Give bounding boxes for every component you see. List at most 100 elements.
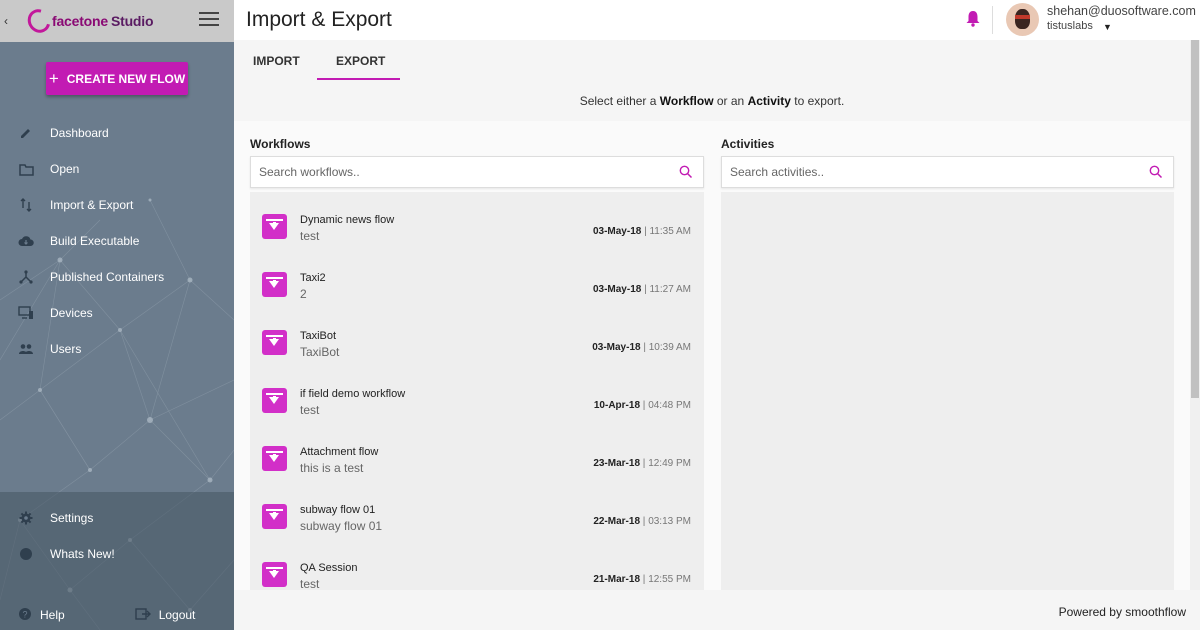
hamburger-menu-icon[interactable] (199, 12, 219, 28)
sidebar-header: ‹ facetone Studio (0, 0, 234, 42)
gear-icon (18, 510, 34, 526)
workflow-name: subway flow 01 (300, 504, 376, 516)
workflow-timestamp: 21-Mar-18 | 12:55 PM (593, 574, 691, 585)
sidebar-item-import-export[interactable]: Import & Export (0, 187, 234, 223)
activities-search (721, 156, 1174, 188)
download-icon[interactable] (262, 504, 287, 529)
import-export-icon (18, 197, 34, 213)
star-badge-icon (18, 546, 34, 562)
chevron-down-icon[interactable]: ▼ (1103, 22, 1112, 32)
hub-icon (18, 269, 34, 285)
download-icon[interactable] (262, 330, 287, 355)
page-footer: Powered by smoothflow (234, 590, 1200, 630)
activities-list (721, 192, 1174, 590)
sidebar-item-settings[interactable]: Settings (0, 500, 234, 536)
tab-import[interactable]: IMPORT (253, 54, 300, 68)
page-scrollbar[interactable] (1190, 40, 1200, 590)
search-icon[interactable] (1149, 165, 1163, 179)
folder-icon (18, 161, 34, 177)
back-arrow-icon[interactable]: ‹ (4, 14, 22, 28)
page-title: Import & Export (246, 8, 392, 31)
download-icon[interactable] (262, 446, 287, 471)
sidebar-item-label: Settings (50, 511, 94, 525)
sidebar: ‹ facetone Studio + CREATE NEW FLOW Dashb… (0, 0, 234, 630)
help-label: Help (40, 608, 65, 622)
svg-text:?: ? (22, 609, 27, 619)
top-header: Import & Export shehan@duosoftware.com t… (234, 0, 1200, 40)
user-org[interactable]: tistuslabs (1047, 20, 1093, 32)
workflow-name: TaxiBot (300, 330, 337, 342)
workflow-timestamp: 03-May-18 | 10:39 AM (592, 342, 691, 353)
list-item[interactable]: subway flow 01 subway flow 01 22-Mar-18 … (250, 489, 704, 547)
sidebar-item-dashboard[interactable]: Dashboard (0, 115, 234, 151)
main-content: IMPORT EXPORT Select either a Workflow o… (234, 40, 1190, 590)
list-item[interactable]: Attachment flow this is a test 23-Mar-18… (250, 431, 704, 489)
list-item[interactable]: Taxi2 2 03-May-18 | 11:27 AM (250, 257, 704, 315)
export-instruction: Select either a Workflow or an Activity … (579, 94, 845, 108)
sidebar-item-label: Open (50, 162, 80, 176)
workflow-description: TaxiBot (300, 345, 340, 359)
workflow-description: test (300, 577, 320, 590)
workflow-timestamp: 23-Mar-18 | 12:49 PM (593, 458, 691, 469)
list-item[interactable]: if field demo workflow test 10-Apr-18 | … (250, 373, 704, 431)
sidebar-item-open[interactable]: Open (0, 151, 234, 187)
header-divider (992, 6, 993, 34)
create-new-flow-button[interactable]: + CREATE NEW FLOW (46, 62, 188, 95)
sidebar-item-label: Users (50, 342, 82, 356)
pencil-icon (18, 125, 34, 141)
export-panels: Workflows Activities Dynamic news flow t… (234, 121, 1190, 590)
search-icon[interactable] (679, 165, 693, 179)
logout-label: Logout (158, 608, 196, 622)
activities-title: Activities (721, 137, 775, 151)
workflows-title: Workflows (250, 137, 311, 151)
avatar[interactable] (1006, 3, 1039, 36)
sidebar-item-build-executable[interactable]: Build Executable (0, 223, 234, 259)
logout-icon (134, 607, 151, 623)
sidebar-item-users[interactable]: Users (0, 331, 234, 367)
workflow-timestamp: 03-May-18 | 11:35 AM (592, 226, 691, 237)
sidebar-item-whats-new[interactable]: Whats New! (0, 536, 234, 572)
sidebar-footer: ? Help Logout (0, 600, 234, 630)
plus-icon: + (48, 68, 59, 88)
workflow-description: subway flow 01 (300, 519, 383, 533)
scrollbar-thumb[interactable] (1191, 40, 1199, 398)
help-link[interactable]: ? Help (18, 607, 65, 624)
sidebar-item-label: Devices (50, 306, 93, 320)
list-item[interactable]: QA Session test 21-Mar-18 | 12:55 PM (250, 547, 704, 590)
workflow-name: Taxi2 (300, 272, 326, 284)
workflow-description: 2 (300, 287, 307, 301)
download-icon[interactable] (262, 562, 287, 587)
sidebar-item-label: Import & Export (50, 198, 134, 212)
sidebar-item-label: Published Containers (50, 270, 165, 284)
user-email[interactable]: shehan@duosoftware.com (1047, 4, 1196, 18)
active-tab-indicator (317, 78, 400, 80)
workflow-name: Attachment flow (300, 446, 379, 458)
logout-link[interactable]: Logout (134, 607, 196, 623)
workflow-name: Dynamic news flow (300, 214, 395, 226)
workflow-timestamp: 10-Apr-18 | 04:48 PM (593, 400, 691, 411)
devices-icon (18, 305, 34, 321)
download-icon[interactable] (262, 272, 287, 297)
sidebar-item-devices[interactable]: Devices (0, 295, 234, 331)
tab-export[interactable]: EXPORT (336, 54, 385, 68)
logo-suffix: Studio (110, 13, 154, 29)
activities-search-input[interactable] (722, 157, 1128, 187)
download-icon[interactable] (262, 388, 287, 413)
users-icon (18, 341, 34, 357)
download-icon[interactable] (262, 214, 287, 239)
workflows-search (250, 156, 704, 188)
list-item[interactable]: TaxiBot TaxiBot 03-May-18 | 10:39 AM (250, 315, 704, 373)
create-new-flow-label: CREATE NEW FLOW (66, 71, 186, 86)
help-icon: ? (18, 607, 32, 624)
sidebar-nav: Dashboard Open Import & Export Build Exe… (0, 115, 234, 367)
workflow-description: this is a test (300, 461, 364, 475)
workflows-list: Dynamic news flow test 03-May-18 | 11:35… (250, 192, 704, 590)
workflow-name: QA Session (300, 562, 358, 574)
list-item[interactable]: Dynamic news flow test 03-May-18 | 11:35… (250, 199, 704, 257)
workflow-description: test (300, 403, 320, 417)
powered-by-text: Powered by smoothflow (1058, 605, 1186, 619)
sidebar-item-published-containers[interactable]: Published Containers (0, 259, 234, 295)
notification-bell-icon[interactable] (964, 9, 982, 27)
app-logo[interactable]: facetone Studio (23, 5, 154, 37)
workflows-search-input[interactable] (251, 157, 658, 187)
